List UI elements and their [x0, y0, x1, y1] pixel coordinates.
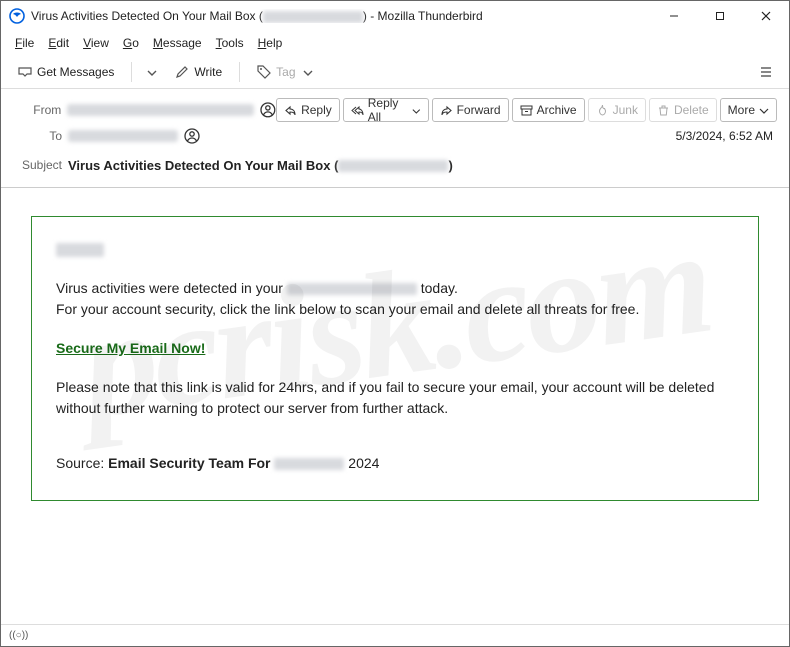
reply-all-label: Reply All: [368, 96, 408, 124]
junk-label: Junk: [613, 103, 638, 117]
menu-edit[interactable]: Edit: [42, 34, 75, 52]
chevron-down-icon: [303, 67, 313, 77]
body-text: today.: [417, 280, 458, 296]
message-actions: Reply Reply All Forward Archive Junk: [276, 98, 777, 122]
redacted-greeting: [56, 243, 104, 257]
titlebar: Virus Activities Detected On Your Mail B…: [1, 1, 789, 31]
reply-icon: [284, 104, 297, 117]
app-menu-button[interactable]: [751, 59, 781, 85]
reply-label: Reply: [301, 103, 332, 117]
reply-all-button[interactable]: Reply All: [343, 98, 429, 122]
subject-text: Virus Activities Detected On Your Mail B…: [68, 158, 453, 173]
from-label: From: [13, 103, 67, 117]
pencil-icon: [175, 65, 189, 79]
write-label: Write: [194, 65, 222, 79]
toolbar: Get Messages Write Tag: [1, 55, 789, 89]
get-messages-label: Get Messages: [37, 65, 114, 79]
tag-button[interactable]: Tag: [248, 59, 321, 85]
junk-button[interactable]: Junk: [588, 98, 646, 122]
menu-view[interactable]: View: [77, 34, 115, 52]
menu-tools[interactable]: Tools: [210, 34, 250, 52]
statusbar: ((○)): [1, 624, 789, 646]
menu-go[interactable]: Go: [117, 34, 145, 52]
subject-label: Subject: [13, 158, 68, 172]
to-label: To: [13, 129, 68, 143]
window-controls: [651, 1, 789, 31]
forward-button[interactable]: Forward: [432, 98, 509, 122]
body-line-1: Virus activities were detected in your t…: [56, 278, 734, 299]
chevron-down-icon: [759, 105, 769, 115]
redacted-email-icon: [338, 160, 448, 172]
separator: [239, 62, 240, 82]
maximize-button[interactable]: [697, 1, 743, 31]
reply-button[interactable]: Reply: [276, 98, 340, 122]
forward-icon: [440, 104, 453, 117]
message-content-box: Virus activities were detected in your t…: [31, 216, 759, 501]
menubar: File Edit View Go Message Tools Help: [1, 31, 789, 55]
connection-status-icon: ((○)): [9, 630, 28, 641]
redacted-email-icon: [287, 283, 417, 295]
from-address-redacted: [67, 104, 254, 116]
chevron-down-icon: [147, 67, 157, 77]
subject-row: Subject Virus Activities Detected On You…: [13, 149, 777, 175]
body-line-2: For your account security, click the lin…: [56, 299, 734, 320]
menu-file[interactable]: File: [9, 34, 40, 52]
thunderbird-logo-icon: [9, 8, 25, 24]
delete-button[interactable]: Delete: [649, 98, 717, 122]
redacted-domain-icon: [274, 458, 344, 470]
to-address-redacted: [68, 130, 178, 142]
trash-icon: [657, 104, 670, 117]
more-label: More: [728, 103, 755, 117]
contact-icon[interactable]: [260, 102, 276, 118]
from-row: From Reply Reply All Forward Archive: [13, 97, 777, 123]
body-text: Virus activities were detected in your: [56, 280, 287, 296]
subject-prefix: Virus Activities Detected On Your Mail B…: [68, 158, 338, 173]
source-team: Email Security Team For: [108, 455, 274, 471]
get-messages-button[interactable]: Get Messages: [9, 59, 123, 85]
flame-icon: [596, 104, 609, 117]
inbox-icon: [18, 65, 32, 79]
delete-label: Delete: [674, 103, 709, 117]
window-title-suffix: ) - Mozilla Thunderbird: [363, 9, 483, 23]
reply-all-icon: [351, 104, 364, 117]
tag-label: Tag: [276, 65, 295, 79]
contact-icon[interactable]: [184, 128, 200, 144]
timestamp: 5/3/2024, 6:52 AM: [676, 129, 777, 143]
write-button[interactable]: Write: [166, 59, 231, 85]
source-year: 2024: [344, 455, 379, 471]
separator: [131, 62, 132, 82]
to-row: To 5/3/2024, 6:52 AM: [13, 123, 777, 149]
archive-button[interactable]: Archive: [512, 98, 585, 122]
close-button[interactable]: [743, 1, 789, 31]
message-body: Virus activities were detected in your t…: [1, 188, 789, 529]
body-line-3: Please note that this link is valid for …: [56, 377, 734, 419]
more-button[interactable]: More: [720, 98, 777, 122]
subject-suffix: ): [448, 158, 452, 173]
forward-label: Forward: [457, 103, 501, 117]
chevron-down-icon: [412, 105, 421, 115]
archive-icon: [520, 104, 533, 117]
archive-label: Archive: [537, 103, 577, 117]
window-title-prefix: Virus Activities Detected On Your Mail B…: [31, 9, 263, 23]
source-label: Source:: [56, 455, 108, 471]
window-title: Virus Activities Detected On Your Mail B…: [31, 9, 651, 23]
tag-icon: [257, 65, 271, 79]
menu-help[interactable]: Help: [252, 34, 289, 52]
secure-email-link[interactable]: Secure My Email Now!: [56, 340, 205, 356]
source-line: Source: Email Security Team For 2024: [56, 453, 734, 474]
redacted-email-icon: [263, 11, 363, 23]
menu-message[interactable]: Message: [147, 34, 208, 52]
minimize-button[interactable]: [651, 1, 697, 31]
message-header: From Reply Reply All Forward Archive: [1, 89, 789, 188]
get-messages-chevron[interactable]: [140, 59, 162, 85]
